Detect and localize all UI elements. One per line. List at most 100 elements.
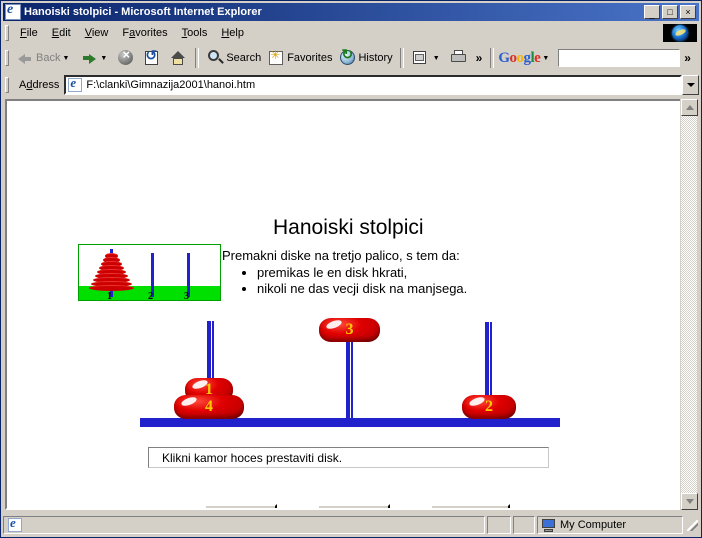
google-logo[interactable]: Google — [498, 50, 541, 67]
search-icon — [206, 48, 226, 68]
security-zone-panel[interactable]: My Computer — [537, 516, 683, 534]
status-panel-b — [513, 516, 535, 534]
shuffle-button[interactable]: Premesaj — [317, 504, 390, 508]
status-message-field: Klikni kamor hoces prestaviti disk. — [148, 447, 549, 468]
toolbar-separator — [195, 48, 200, 68]
menu-label-file: ile — [26, 27, 38, 39]
page-content: 1 2 3 Hanoiski stolpici Premakni diske n… — [7, 101, 685, 508]
minimize-icon: _ — [649, 9, 655, 19]
history-icon — [338, 46, 358, 68]
home-icon — [168, 48, 188, 68]
google-toolbar: Google ▼ » — [498, 49, 695, 67]
ie-swirl-icon — [672, 25, 688, 41]
address-drag-handle[interactable] — [5, 77, 9, 93]
menu-label-tools: ools — [187, 27, 208, 39]
status-bar: My Computer — [3, 515, 699, 535]
scroll-down-button[interactable] — [681, 493, 698, 510]
menu-label-edit: dit — [59, 27, 71, 39]
favorites-label: Favorites — [287, 52, 333, 64]
arrow-right-icon — [78, 48, 98, 68]
disk-label: 4 — [205, 398, 213, 415]
window-title: Hanoiski stolpici - Microsoft Internet E… — [24, 6, 262, 18]
search-label: Search — [226, 52, 262, 64]
back-label: Back — [36, 52, 61, 64]
address-label: Address — [19, 79, 60, 91]
minimize-button[interactable]: _ — [644, 5, 660, 19]
refresh-icon — [142, 47, 162, 68]
help-button[interactable]: Na pomoc! — [430, 504, 511, 508]
back-button[interactable]: Back ▼ — [13, 46, 75, 70]
google-chevron-down-icon[interactable]: ▼ — [542, 55, 549, 62]
toolbar-separator — [490, 48, 495, 68]
google-overflow-button[interactable]: » — [680, 51, 695, 65]
page-viewport: 1 2 3 Hanoiski stolpici Premakni diske n… — [5, 99, 687, 510]
home-button[interactable] — [165, 46, 191, 70]
address-input[interactable]: F:\clanki\Gimnazija2001\hanoi.htm — [64, 75, 682, 95]
menu-label-help: elp — [229, 27, 244, 39]
peg-2[interactable] — [346, 333, 353, 419]
stop-icon — [116, 47, 136, 68]
navigation-toolbar: Back ▼ ▼ Search Favorites History — [3, 43, 699, 73]
menu-item-view[interactable]: View — [78, 25, 116, 41]
print-button[interactable] — [446, 46, 472, 70]
favorites-button[interactable]: Favorites — [264, 46, 335, 70]
chevron-down-icon[interactable]: ▼ — [433, 55, 440, 62]
menu-label-favorites: vorites — [135, 27, 168, 39]
browser-window: Hanoiski stolpici - Microsoft Internet E… — [0, 0, 702, 538]
close-icon: × — [685, 7, 691, 17]
title-bar: Hanoiski stolpici - Microsoft Internet E… — [3, 2, 699, 21]
computer-icon — [541, 518, 556, 532]
address-bar: Address F:\clanki\Gimnazija2001\hanoi.ht… — [3, 73, 699, 97]
security-zone-label: My Computer — [560, 519, 627, 531]
status-panel-a — [487, 516, 511, 534]
disk-4[interactable]: 4 — [174, 395, 244, 419]
menu-item-help[interactable]: Help — [214, 25, 251, 41]
arrow-left-icon — [16, 48, 36, 68]
menu-item-file[interactable]: File — [13, 25, 45, 41]
menu-drag-handle[interactable] — [5, 25, 9, 41]
close-button[interactable]: × — [680, 5, 696, 19]
refresh-button[interactable] — [139, 46, 165, 70]
history-button[interactable]: History — [335, 46, 395, 70]
toolbar-separator — [399, 48, 404, 68]
disk-2[interactable]: 2 — [462, 395, 516, 419]
chevron-down-icon[interactable]: ▼ — [62, 55, 69, 62]
mail-button[interactable]: ▼ — [408, 46, 446, 70]
ie-animated-logo — [663, 24, 697, 42]
vertical-scrollbar[interactable] — [680, 99, 698, 510]
toolbar-overflow-button[interactable]: » — [472, 51, 487, 65]
history-label: History — [358, 52, 393, 64]
disk-label: 2 — [485, 398, 493, 415]
status-page-icon — [8, 515, 22, 532]
disk-3[interactable]: 3 — [319, 318, 380, 342]
favorites-star-icon — [267, 48, 287, 68]
internet-explorer-icon — [5, 2, 21, 20]
menu-item-favorites[interactable]: Favorites — [115, 25, 174, 41]
menu-label-view: iew — [91, 27, 109, 39]
mail-icon — [411, 48, 431, 68]
menu-bar: File Edit View Favorites Tools Help — [3, 23, 699, 43]
maximize-icon: □ — [667, 7, 673, 17]
address-dropdown-button[interactable] — [682, 75, 699, 95]
stop-button[interactable] — [113, 46, 139, 70]
status-message-panel — [3, 515, 485, 534]
forward-button[interactable]: ▼ — [75, 46, 113, 70]
window-controls: _ □ × — [644, 5, 698, 19]
printer-icon — [449, 48, 469, 68]
address-value: F:\clanki\Gimnazija2001\hanoi.htm — [86, 79, 256, 91]
scroll-up-button[interactable] — [681, 99, 698, 116]
status-message-text: Klikni kamor hoces prestaviti disk. — [162, 450, 343, 465]
disk-label: 3 — [345, 321, 354, 338]
chevron-down-icon[interactable]: ▼ — [100, 55, 107, 62]
board-base — [140, 418, 560, 427]
toolbar-drag-handle[interactable] — [5, 50, 9, 66]
page-icon — [68, 75, 83, 92]
menu-item-tools[interactable]: Tools — [175, 25, 215, 41]
maximize-button[interactable]: □ — [662, 5, 678, 19]
search-button[interactable]: Search — [203, 46, 264, 70]
resize-grip[interactable] — [685, 518, 699, 532]
start-button[interactable]: Zacetek — [204, 504, 277, 508]
menu-item-edit[interactable]: Edit — [45, 25, 78, 41]
google-search-input[interactable] — [558, 49, 681, 67]
game-button-row: Zacetek Premesaj Na pomoc! — [204, 504, 511, 508]
